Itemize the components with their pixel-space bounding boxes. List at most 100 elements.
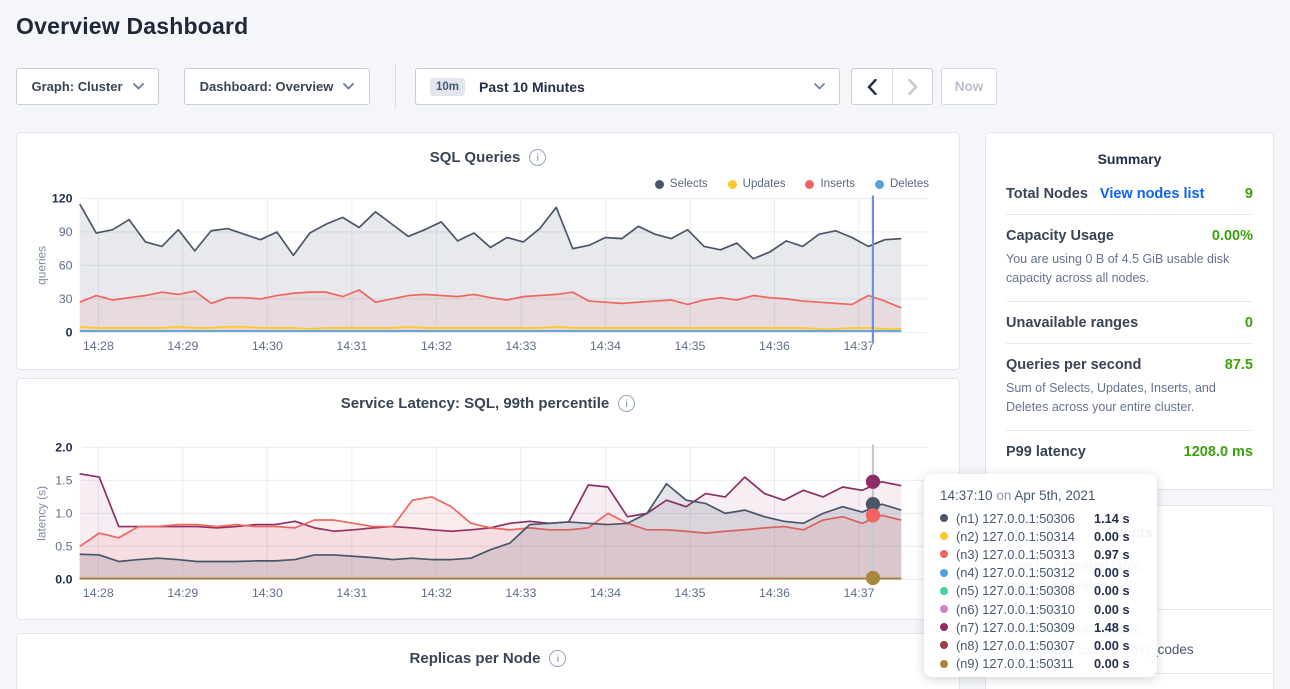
svg-text:14:31: 14:31 bbox=[336, 586, 367, 600]
tooltip-node-row: (n4) 127.0.0.1:503120.00 s bbox=[940, 564, 1141, 582]
total-nodes-value: 9 bbox=[1245, 186, 1253, 202]
sql-queries-chart[interactable]: 14:28 14:29 14:30 14:31 14:32 14:33 14:34 14:35… bbox=[17, 133, 959, 369]
svg-text:60: 60 bbox=[59, 258, 73, 272]
node-color-dot bbox=[940, 605, 948, 613]
sql-queries-title: SQL Queries bbox=[430, 149, 521, 166]
node-latency-value: 0.97 s bbox=[1094, 547, 1130, 562]
series-color-dot bbox=[805, 180, 814, 189]
series-color-dot bbox=[728, 180, 737, 189]
node-address: (n4) 127.0.0.1:50312 bbox=[956, 565, 1094, 580]
summary-row-p99: P99 latency 1208.0 ms bbox=[1006, 431, 1253, 472]
node-color-dot bbox=[940, 514, 948, 522]
svg-text:14:35: 14:35 bbox=[674, 339, 705, 353]
node-latency-value: 1.48 s bbox=[1094, 620, 1130, 635]
sql-queries-legend: Selects Updates Inserts Deletes bbox=[655, 178, 929, 190]
summary-row-total-nodes: Total Nodes View nodes list 9 bbox=[1006, 173, 1253, 215]
svg-text:14:29: 14:29 bbox=[167, 339, 198, 353]
node-address: (n5) 127.0.0.1:50308 bbox=[956, 583, 1094, 598]
node-color-dot bbox=[940, 569, 948, 577]
service-latency-chart[interactable]: 14:2814:2914:3014:3114:3214:3314:3414:35… bbox=[17, 379, 959, 619]
node-latency-value: 1.14 s bbox=[1094, 511, 1130, 526]
time-prev-button[interactable] bbox=[852, 69, 892, 104]
tooltip-node-row: (n3) 127.0.0.1:503130.97 s bbox=[940, 545, 1141, 563]
time-next-button[interactable] bbox=[892, 69, 932, 104]
tooltip-node-row: (n8) 127.0.0.1:503070.00 s bbox=[940, 636, 1141, 654]
series-color-dot bbox=[875, 180, 884, 189]
node-latency-value: 0.00 s bbox=[1094, 583, 1130, 598]
capacity-usage-label: Capacity Usage bbox=[1006, 228, 1114, 244]
svg-text:1.0: 1.0 bbox=[55, 506, 72, 520]
chevron-left-icon bbox=[867, 79, 877, 95]
legend-item-updates[interactable]: Updates bbox=[728, 178, 786, 190]
time-range-badge: 10m bbox=[430, 78, 465, 96]
svg-text:1.5: 1.5 bbox=[55, 473, 72, 487]
node-color-dot bbox=[940, 550, 948, 558]
tooltip-node-row: (n9) 127.0.0.1:503110.00 s bbox=[940, 655, 1141, 673]
node-latency-value: 0.00 s bbox=[1094, 565, 1130, 580]
svg-text:14:31: 14:31 bbox=[336, 339, 367, 353]
node-address: (n9) 127.0.0.1:50311 bbox=[956, 656, 1094, 671]
capacity-usage-value: 0.00% bbox=[1212, 228, 1253, 244]
summary-row-capacity: Capacity Usage 0.00% You are using 0 B o… bbox=[1006, 215, 1253, 302]
overview-dashboard-page: Overview Dashboard Graph: Cluster Dashbo… bbox=[0, 0, 1290, 689]
graph-selector-label: Graph: Cluster bbox=[31, 79, 122, 94]
node-latency-value: 0.00 s bbox=[1094, 602, 1130, 617]
svg-text:14:32: 14:32 bbox=[421, 339, 452, 353]
legend-item-selects[interactable]: Selects bbox=[655, 178, 708, 190]
replicas-per-node-card: Replicas per Node i bbox=[16, 633, 960, 689]
unavailable-ranges-value: 0 bbox=[1245, 315, 1253, 331]
svg-text:queries: queries bbox=[35, 246, 49, 285]
svg-text:14:29: 14:29 bbox=[167, 586, 198, 600]
p99-latency-label: P99 latency bbox=[1006, 444, 1086, 460]
svg-text:14:28: 14:28 bbox=[83, 339, 114, 353]
svg-text:0: 0 bbox=[66, 325, 73, 339]
page-title: Overview Dashboard bbox=[16, 13, 248, 40]
svg-text:2.0: 2.0 bbox=[55, 440, 72, 454]
node-address: (n6) 127.0.0.1:50310 bbox=[956, 602, 1094, 617]
tooltip-node-row: (n2) 127.0.0.1:503140.00 s bbox=[940, 527, 1141, 545]
svg-text:0.0: 0.0 bbox=[55, 572, 72, 586]
svg-text:14:30: 14:30 bbox=[252, 339, 283, 353]
tooltip-node-row: (n5) 127.0.0.1:503080.00 s bbox=[940, 582, 1141, 600]
series-color-dot bbox=[655, 180, 664, 189]
tooltip-node-row: (n1) 127.0.0.1:503061.14 s bbox=[940, 509, 1141, 527]
chevron-down-icon bbox=[814, 83, 825, 90]
replicas-per-node-title: Replicas per Node bbox=[410, 650, 541, 667]
time-nav-button-group bbox=[851, 68, 933, 105]
qps-value: 87.5 bbox=[1225, 357, 1253, 373]
legend-item-deletes[interactable]: Deletes bbox=[875, 178, 929, 190]
info-icon[interactable]: i bbox=[549, 650, 566, 667]
node-color-dot bbox=[940, 641, 948, 649]
now-button[interactable]: Now bbox=[941, 68, 997, 105]
svg-text:14:33: 14:33 bbox=[505, 339, 536, 353]
svg-text:120: 120 bbox=[52, 191, 73, 205]
chart-hover-tooltip: 14:37:10 on Apr 5th, 2021 (n1) 127.0.0.1… bbox=[924, 474, 1157, 677]
service-latency-card: 14:2814:2914:3014:3114:3214:3314:3414:35… bbox=[16, 378, 960, 620]
svg-text:14:33: 14:33 bbox=[505, 586, 536, 600]
node-latency-value: 0.00 s bbox=[1094, 529, 1130, 544]
svg-text:14:36: 14:36 bbox=[759, 586, 790, 600]
info-icon[interactable]: i bbox=[529, 149, 546, 166]
graph-selector-dropdown[interactable]: Graph: Cluster bbox=[16, 68, 159, 105]
svg-text:30: 30 bbox=[59, 292, 73, 306]
qps-label: Queries per second bbox=[1006, 357, 1141, 373]
summary-row-qps: Queries per second 87.5 Sum of Selects, … bbox=[1006, 344, 1253, 431]
sql-queries-card: 14:28 14:29 14:30 14:31 14:32 14:33 14:34 14:35… bbox=[16, 132, 960, 370]
view-nodes-list-link[interactable]: View nodes list bbox=[1100, 186, 1205, 202]
dashboard-selector-label: Dashboard: Overview bbox=[200, 79, 334, 94]
p99-latency-value: 1208.0 ms bbox=[1184, 444, 1253, 460]
dashboard-selector-dropdown[interactable]: Dashboard: Overview bbox=[184, 68, 370, 105]
time-range-label: Past 10 Minutes bbox=[479, 79, 585, 95]
svg-text:14:30: 14:30 bbox=[252, 586, 283, 600]
node-color-dot bbox=[940, 587, 948, 595]
info-icon[interactable]: i bbox=[618, 395, 635, 412]
time-range-picker[interactable]: 10m Past 10 Minutes bbox=[415, 68, 840, 105]
node-address: (n1) 127.0.0.1:50306 bbox=[956, 511, 1094, 526]
node-color-dot bbox=[940, 623, 948, 631]
node-latency-value: 0.00 s bbox=[1094, 638, 1130, 653]
node-address: (n7) 127.0.0.1:50309 bbox=[956, 620, 1094, 635]
chevron-down-icon bbox=[343, 83, 354, 90]
svg-text:14:34: 14:34 bbox=[590, 339, 621, 353]
legend-item-inserts[interactable]: Inserts bbox=[805, 178, 855, 190]
node-color-dot bbox=[940, 532, 948, 540]
